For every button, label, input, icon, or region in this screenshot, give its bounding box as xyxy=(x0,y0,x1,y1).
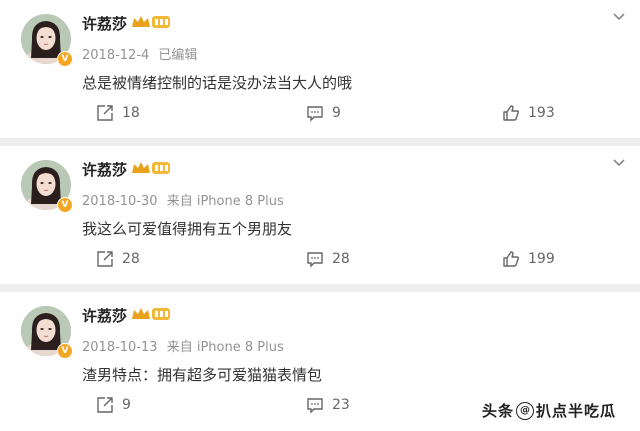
post-text: 我这么可爱值得拥有五个男朋友 xyxy=(82,220,293,238)
user-name[interactable]: 许荔莎 xyxy=(82,305,127,326)
reply-count: 9 xyxy=(332,105,341,121)
crown-badge-icon xyxy=(132,162,170,174)
reply-count: 28 xyxy=(332,251,350,267)
verified-badge-icon: V xyxy=(57,197,73,213)
crown-badge-icon xyxy=(132,16,170,28)
post-source: 来自 iPhone 8 Plus xyxy=(166,340,284,355)
user-name[interactable]: 许荔莎 xyxy=(82,13,127,34)
comment-icon xyxy=(307,252,323,268)
like-count: 193 xyxy=(528,105,555,121)
reply-count: 23 xyxy=(332,397,350,413)
reply-button[interactable]: 28 xyxy=(306,250,350,268)
post-date[interactable]: 2018-10-13 xyxy=(82,340,158,355)
repost-count: 9 xyxy=(122,397,131,413)
post-date[interactable]: 2018-12-4 xyxy=(82,48,149,63)
comment-icon xyxy=(307,398,323,414)
post-date[interactable]: 2018-10-30 xyxy=(82,194,158,209)
repost-icon xyxy=(97,397,113,413)
post-meta: 2018-10-13 来自 iPhone 8 Plus xyxy=(82,336,289,355)
reply-button[interactable]: 23 xyxy=(306,396,350,414)
post-meta: 2018-10-30 来自 iPhone 8 Plus xyxy=(82,190,289,209)
post-source: 已编辑 xyxy=(158,48,198,63)
post-meta: 2018-12-4 已编辑 xyxy=(82,44,202,63)
like-button[interactable]: 199 xyxy=(502,250,555,268)
repost-button[interactable]: 28 xyxy=(96,250,140,268)
like-button[interactable]: 193 xyxy=(502,104,555,122)
repost-button[interactable]: 18 xyxy=(96,104,140,122)
user-name[interactable]: 许荔莎 xyxy=(82,159,127,180)
post-source: 来自 iPhone 8 Plus xyxy=(166,194,284,209)
repost-count: 28 xyxy=(122,251,140,267)
crown-badge-icon xyxy=(132,308,170,320)
chevron-down-icon[interactable] xyxy=(612,158,626,168)
like-count: 199 xyxy=(528,251,555,267)
verified-badge-icon: V xyxy=(57,51,73,67)
thumbs-up-icon xyxy=(503,251,520,267)
verified-badge-icon: V xyxy=(57,343,73,359)
post-text: 渣男特点：拥有超多可爱猫猫表情包 xyxy=(82,366,323,384)
weibo-card: V 许荔莎 2018-10-30 来自 iPhone 8 Plus 我这么可爱值… xyxy=(0,146,640,284)
weibo-card: V 许荔莎 2018-10-13 来自 iPhone 8 Plus 渣男特点：拥… xyxy=(0,292,640,431)
repost-icon xyxy=(97,251,113,267)
comment-icon xyxy=(307,106,323,122)
reply-button[interactable]: 9 xyxy=(306,104,341,122)
at-icon: @ xyxy=(515,401,534,420)
thumbs-up-icon xyxy=(503,105,520,121)
repost-button[interactable]: 9 xyxy=(96,396,131,414)
chevron-down-icon[interactable] xyxy=(612,12,626,22)
post-text: 总是被情绪控制的话是没办法当大人的哦 xyxy=(82,74,353,92)
weibo-card: V 许荔莎 2018-12-4 已编辑 总是被情绪控制的话是没办法当大人的哦 1… xyxy=(0,0,640,138)
watermark-handle: 扒点半吃瓜 xyxy=(535,402,616,420)
watermark-prefix: 头条 xyxy=(481,402,514,420)
watermark: 头条 @ 扒点半吃瓜 xyxy=(482,400,616,421)
repost-count: 18 xyxy=(122,105,140,121)
repost-icon xyxy=(97,105,113,121)
